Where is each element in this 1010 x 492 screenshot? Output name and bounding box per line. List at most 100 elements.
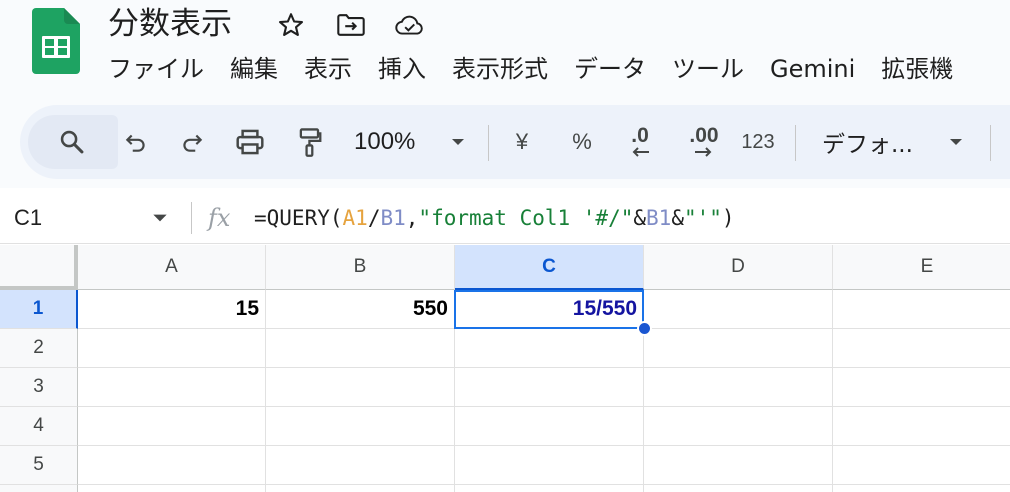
cell-d6[interactable] <box>644 485 833 492</box>
fx-icon: fx <box>208 204 231 232</box>
cell-d5[interactable] <box>644 446 833 485</box>
cell-b3[interactable] <box>266 368 455 407</box>
increase-decimal-button[interactable]: .00 <box>682 105 726 179</box>
cell-c4[interactable] <box>455 407 644 446</box>
sheets-logo-icon[interactable] <box>32 8 80 74</box>
column-header-b[interactable]: B <box>266 245 455 290</box>
formula-input[interactable]: =QUERY(A1/B1,"format Col1 '#/"&B1&"'") <box>254 202 735 234</box>
cell-c5[interactable] <box>455 446 644 485</box>
percent-format-button[interactable]: % <box>562 105 602 179</box>
currency-format-button[interactable]: ¥ <box>502 105 542 179</box>
arrow-right-icon <box>695 147 712 157</box>
move-to-folder-icon[interactable] <box>336 10 366 40</box>
formula-bar: C1 fx =QUERY(A1/B1,"format Col1 '#/"&B1&… <box>0 192 1010 244</box>
name-box-dropdown-icon[interactable] <box>150 208 170 228</box>
toolbar-divider <box>488 125 489 161</box>
cell-a3[interactable] <box>78 368 266 407</box>
print-icon <box>236 129 264 155</box>
menu-edit[interactable]: 編集 <box>217 50 291 88</box>
toolbar: 100% ¥ % .0 .00 123 デフォ... <box>20 105 1010 179</box>
row-header-3[interactable]: 3 <box>0 368 78 407</box>
row-header-4[interactable]: 4 <box>0 407 78 446</box>
cell-d1[interactable] <box>644 290 833 329</box>
formula-bar-divider <box>191 202 192 234</box>
fill-handle[interactable] <box>637 321 652 336</box>
star-icon[interactable] <box>276 10 306 40</box>
cell-d4[interactable] <box>644 407 833 446</box>
formula-ref-b1: B1 <box>380 206 406 230</box>
menu-bar: ファイル 編集 表示 挿入 表示形式 データ ツール Gemini 拡張機 <box>95 50 966 88</box>
cell-c1[interactable]: 15/550 <box>455 290 644 329</box>
menu-file[interactable]: ファイル <box>95 50 217 88</box>
cell-b5[interactable] <box>266 446 455 485</box>
select-all-corner[interactable] <box>0 245 78 290</box>
row-header-5[interactable]: 5 <box>0 446 78 485</box>
search-menus-button[interactable] <box>20 105 124 179</box>
cell-b6[interactable] <box>266 485 455 492</box>
formula-string: "format Col1 '#/" <box>418 206 634 230</box>
cloud-saved-icon[interactable] <box>395 10 425 40</box>
search-icon <box>60 130 84 154</box>
print-button[interactable] <box>230 105 270 179</box>
column-header-c[interactable]: C <box>455 245 644 290</box>
toolbar-divider <box>795 125 796 161</box>
cell-a6[interactable] <box>78 485 266 492</box>
cell-b2[interactable] <box>266 329 455 368</box>
menu-insert[interactable]: 挿入 <box>365 50 439 88</box>
formula-part: ) <box>721 206 735 230</box>
document-title[interactable]: 分数表示 <box>108 4 232 44</box>
cell-a4[interactable] <box>78 407 266 446</box>
cell-a5[interactable] <box>78 446 266 485</box>
menu-tools[interactable]: ツール <box>659 50 757 88</box>
cell-d3[interactable] <box>644 368 833 407</box>
menu-format[interactable]: 表示形式 <box>439 50 561 88</box>
formula-ref-b1: B1 <box>646 206 672 230</box>
menu-view[interactable]: 表示 <box>291 50 365 88</box>
cell-b4[interactable] <box>266 407 455 446</box>
cell-c3[interactable] <box>455 368 644 407</box>
decrease-decimal-button[interactable]: .0 <box>618 105 662 179</box>
column-header-a[interactable]: A <box>78 245 266 290</box>
cell-e5[interactable] <box>833 446 1010 485</box>
cell-a2[interactable] <box>78 329 266 368</box>
spreadsheet-grid: A B C D E 1 2 3 4 5 15 550 15/550 <box>0 245 1010 492</box>
cell-e2[interactable] <box>833 329 1010 368</box>
cell-e3[interactable] <box>833 368 1010 407</box>
more-formats-button[interactable]: 123 <box>734 105 782 179</box>
row-header-2[interactable]: 2 <box>0 329 78 368</box>
cell-c2[interactable] <box>455 329 644 368</box>
formula-part: / <box>367 206 381 230</box>
arrow-left-icon <box>632 147 649 157</box>
cell-d2[interactable] <box>644 329 833 368</box>
column-header-e[interactable]: E <box>833 245 1010 290</box>
menu-gemini[interactable]: Gemini <box>757 50 868 88</box>
font-dropdown-icon[interactable] <box>944 105 968 179</box>
row-header-6[interactable] <box>0 485 78 492</box>
increase-decimal-label: .00 <box>689 124 719 147</box>
cell-c6[interactable] <box>455 485 644 492</box>
formula-part: , <box>405 206 419 230</box>
menu-data[interactable]: データ <box>561 50 659 88</box>
cell-e6[interactable] <box>833 485 1010 492</box>
menu-extensions[interactable]: 拡張機 <box>868 50 966 88</box>
toolbar-divider <box>990 125 991 161</box>
column-header-d[interactable]: D <box>644 245 833 290</box>
paint-format-icon <box>299 128 322 157</box>
zoom-dropdown-icon[interactable] <box>446 105 470 179</box>
redo-icon <box>183 134 203 152</box>
cell-e1[interactable] <box>833 290 1010 329</box>
row-header-1[interactable]: 1 <box>0 290 78 329</box>
redo-button[interactable] <box>172 105 212 179</box>
undo-button[interactable] <box>116 105 156 179</box>
font-family-select[interactable]: デフォ... <box>814 105 932 179</box>
app-header: 分数表示 ファイル 編集 表示 挿入 表示形式 データ ツール Gemini 拡… <box>0 0 1010 100</box>
cell-b1[interactable]: 550 <box>266 290 455 329</box>
cell-e4[interactable] <box>833 407 1010 446</box>
formula-part: & <box>633 206 647 230</box>
formula-ref-a1: A1 <box>342 206 368 230</box>
cell-a1[interactable]: 15 <box>78 290 266 329</box>
paint-format-button[interactable] <box>290 105 330 179</box>
formula-part: =QUERY( <box>254 206 343 230</box>
decrease-decimal-label: .0 <box>631 124 649 147</box>
undo-icon <box>125 134 145 152</box>
